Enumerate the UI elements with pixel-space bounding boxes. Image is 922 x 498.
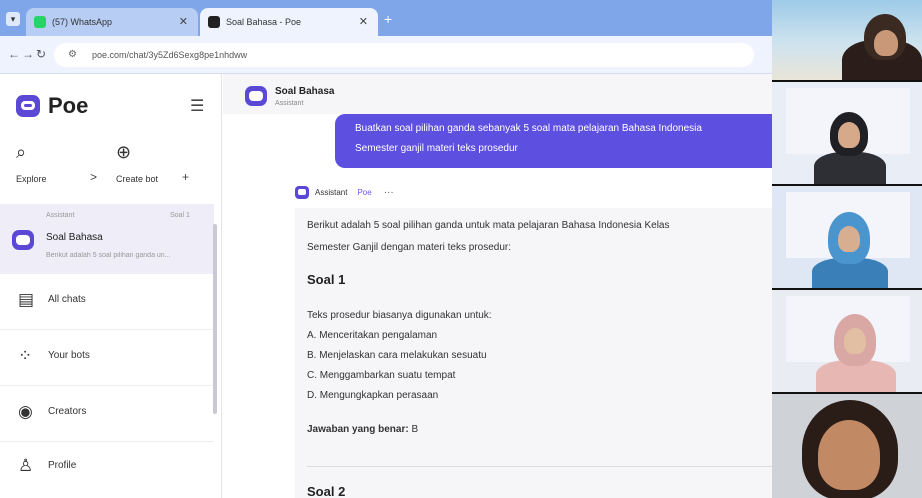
user-message: Buatkan soal pilihan ganda sebanyak 5 so… bbox=[335, 114, 772, 168]
back-icon[interactable]: ← bbox=[8, 47, 20, 61]
whatsapp-favicon-icon bbox=[34, 16, 46, 28]
user-message-line: Semester ganjil materi teks prosedur bbox=[355, 143, 518, 154]
participant-video-tile[interactable] bbox=[772, 186, 922, 290]
create-bot-icon: ⊕ bbox=[116, 142, 132, 162]
tab-label: (57) WhatsApp bbox=[52, 17, 113, 27]
participant-video-tile[interactable] bbox=[772, 394, 922, 498]
poe-badge: Poe bbox=[357, 187, 372, 197]
bot-avatar-icon[interactable] bbox=[245, 86, 267, 106]
sidebar-item-your-bots[interactable]: ⁘ Your bots bbox=[0, 330, 214, 386]
chevron-right-icon: > bbox=[90, 170, 98, 184]
chat-bot-name: Assistant bbox=[46, 212, 75, 219]
sidebar-actions: ⌕ Explore > ⊕ Create bot + bbox=[8, 134, 208, 206]
plus-icon: + bbox=[182, 170, 190, 184]
app-name: Poe bbox=[48, 93, 89, 118]
sidebar: Poe ☰ ⌕ Explore > ⊕ Create bot + Assista… bbox=[0, 74, 222, 498]
tab-label: Soal Bahasa - Poe bbox=[226, 17, 302, 27]
address-bar: ← → ↻ ⚙ poe.com/chat/3y5Zd6Sexg8pe1nhdww bbox=[0, 36, 772, 74]
reload-icon[interactable]: ↻ bbox=[36, 47, 46, 61]
assistant-message: Berikut adalah 5 soal pilihan ganda untu… bbox=[295, 208, 772, 498]
explore-button[interactable]: ⌕ Explore > bbox=[8, 134, 108, 206]
create-bot-label: Create bot bbox=[116, 174, 159, 184]
sidebar-item-all-chats[interactable]: ▤ All chats bbox=[0, 274, 214, 330]
assistant-header: Assistant Poe ··· bbox=[295, 184, 394, 200]
sidebar-item-label: Your bots bbox=[48, 350, 90, 361]
sidebar-item-creators[interactable]: ◉ Creators bbox=[0, 386, 214, 442]
option-b: B. Menjelaskan cara melakukan sesuatu bbox=[307, 350, 487, 361]
answer-line: Jawaban yang benar: B bbox=[307, 424, 418, 435]
question-heading: Soal 1 bbox=[307, 272, 346, 287]
chat-count: Soal 1 bbox=[170, 212, 190, 219]
chat-panel: Soal Bahasa Assistant Buatkan soal pilih… bbox=[223, 74, 772, 498]
intro-line: Semester Ganjil dengan materi teks prose… bbox=[307, 242, 511, 253]
answer-label: Jawaban yang benar: bbox=[307, 424, 409, 435]
option-d: D. Mengungkapkan perasaan bbox=[307, 390, 439, 401]
poe-logo-icon bbox=[16, 95, 40, 117]
profile-icon: ♙ bbox=[18, 456, 34, 475]
participant-figure bbox=[814, 152, 886, 184]
participant-figure bbox=[838, 122, 860, 148]
more-options-icon[interactable]: ··· bbox=[384, 187, 394, 198]
chat-header-title[interactable]: Soal Bahasa bbox=[275, 86, 334, 97]
participant-figure bbox=[838, 226, 860, 252]
assistant-avatar-icon bbox=[295, 185, 309, 199]
close-tab-icon[interactable]: ✕ bbox=[359, 8, 368, 36]
tab-poe[interactable]: Soal Bahasa - Poe ✕ bbox=[200, 8, 378, 36]
sidebar-item-label: All chats bbox=[48, 294, 86, 305]
option-a: A. Menceritakan pengalaman bbox=[307, 330, 438, 341]
bots-icon: ⁘ bbox=[18, 346, 33, 365]
participant-video-tile[interactable] bbox=[772, 0, 922, 82]
answer-value: B bbox=[411, 424, 419, 435]
chats-icon: ▤ bbox=[18, 290, 35, 309]
chat-title: Soal Bahasa bbox=[46, 232, 103, 243]
chat-list-item-active[interactable]: Assistant Soal 1 Soal Bahasa Berikut ada… bbox=[0, 204, 214, 274]
create-bot-button[interactable]: ⊕ Create bot + bbox=[108, 134, 208, 206]
participant-video-tile[interactable] bbox=[772, 82, 922, 186]
close-tab-icon[interactable]: ✕ bbox=[179, 8, 188, 36]
sidebar-item-label: Creators bbox=[48, 406, 87, 417]
question-heading: Soal 2 bbox=[307, 484, 346, 498]
poe-brand[interactable]: Poe bbox=[16, 92, 88, 120]
window-menu-button[interactable]: ▾ bbox=[6, 12, 20, 26]
new-tab-button[interactable]: + bbox=[384, 12, 392, 26]
user-message-line: Buatkan soal pilihan ganda sebanyak 5 so… bbox=[355, 123, 702, 134]
video-call-panel bbox=[772, 0, 922, 498]
tab-whatsapp[interactable]: (57) WhatsApp ✕ bbox=[26, 8, 198, 36]
divider bbox=[307, 466, 772, 467]
poe-favicon-icon bbox=[208, 16, 220, 28]
creators-icon: ◉ bbox=[18, 402, 33, 421]
participant-video-tile[interactable] bbox=[772, 290, 922, 394]
chat-header: Soal Bahasa Assistant bbox=[223, 74, 772, 114]
bot-avatar-icon bbox=[12, 230, 34, 250]
hamburger-icon[interactable]: ☰ bbox=[190, 96, 204, 116]
participant-figure bbox=[818, 420, 880, 490]
chat-header-subtitle: Assistant bbox=[275, 100, 304, 107]
search-icon: ⌕ bbox=[16, 142, 27, 162]
explore-label: Explore bbox=[16, 174, 47, 184]
assistant-name[interactable]: Assistant bbox=[315, 188, 347, 197]
sidebar-scrollbar[interactable] bbox=[213, 224, 217, 414]
sidebar-item-label: Profile bbox=[48, 460, 77, 471]
question-text: Teks prosedur biasanya digunakan untuk: bbox=[307, 310, 492, 321]
option-c: C. Menggambarkan suatu tempat bbox=[307, 370, 456, 381]
forward-icon[interactable]: → bbox=[22, 47, 34, 61]
browser-tab-bar: ▾ (57) WhatsApp ✕ Soal Bahasa - Poe ✕ + bbox=[0, 0, 772, 36]
participant-figure bbox=[844, 328, 866, 354]
intro-line: Berikut adalah 5 soal pilihan ganda untu… bbox=[307, 220, 670, 231]
site-info-icon[interactable]: ⚙ bbox=[68, 49, 77, 61]
url-text: poe.com/chat/3y5Zd6Sexg8pe1nhdww bbox=[92, 50, 248, 60]
chat-preview: Berikut adalah 5 soal pilihan ganda un..… bbox=[46, 252, 171, 259]
participant-figure bbox=[874, 30, 898, 56]
sidebar-item-profile[interactable]: ♙ Profile bbox=[0, 440, 214, 496]
url-field[interactable]: ⚙ poe.com/chat/3y5Zd6Sexg8pe1nhdww bbox=[54, 43, 754, 67]
